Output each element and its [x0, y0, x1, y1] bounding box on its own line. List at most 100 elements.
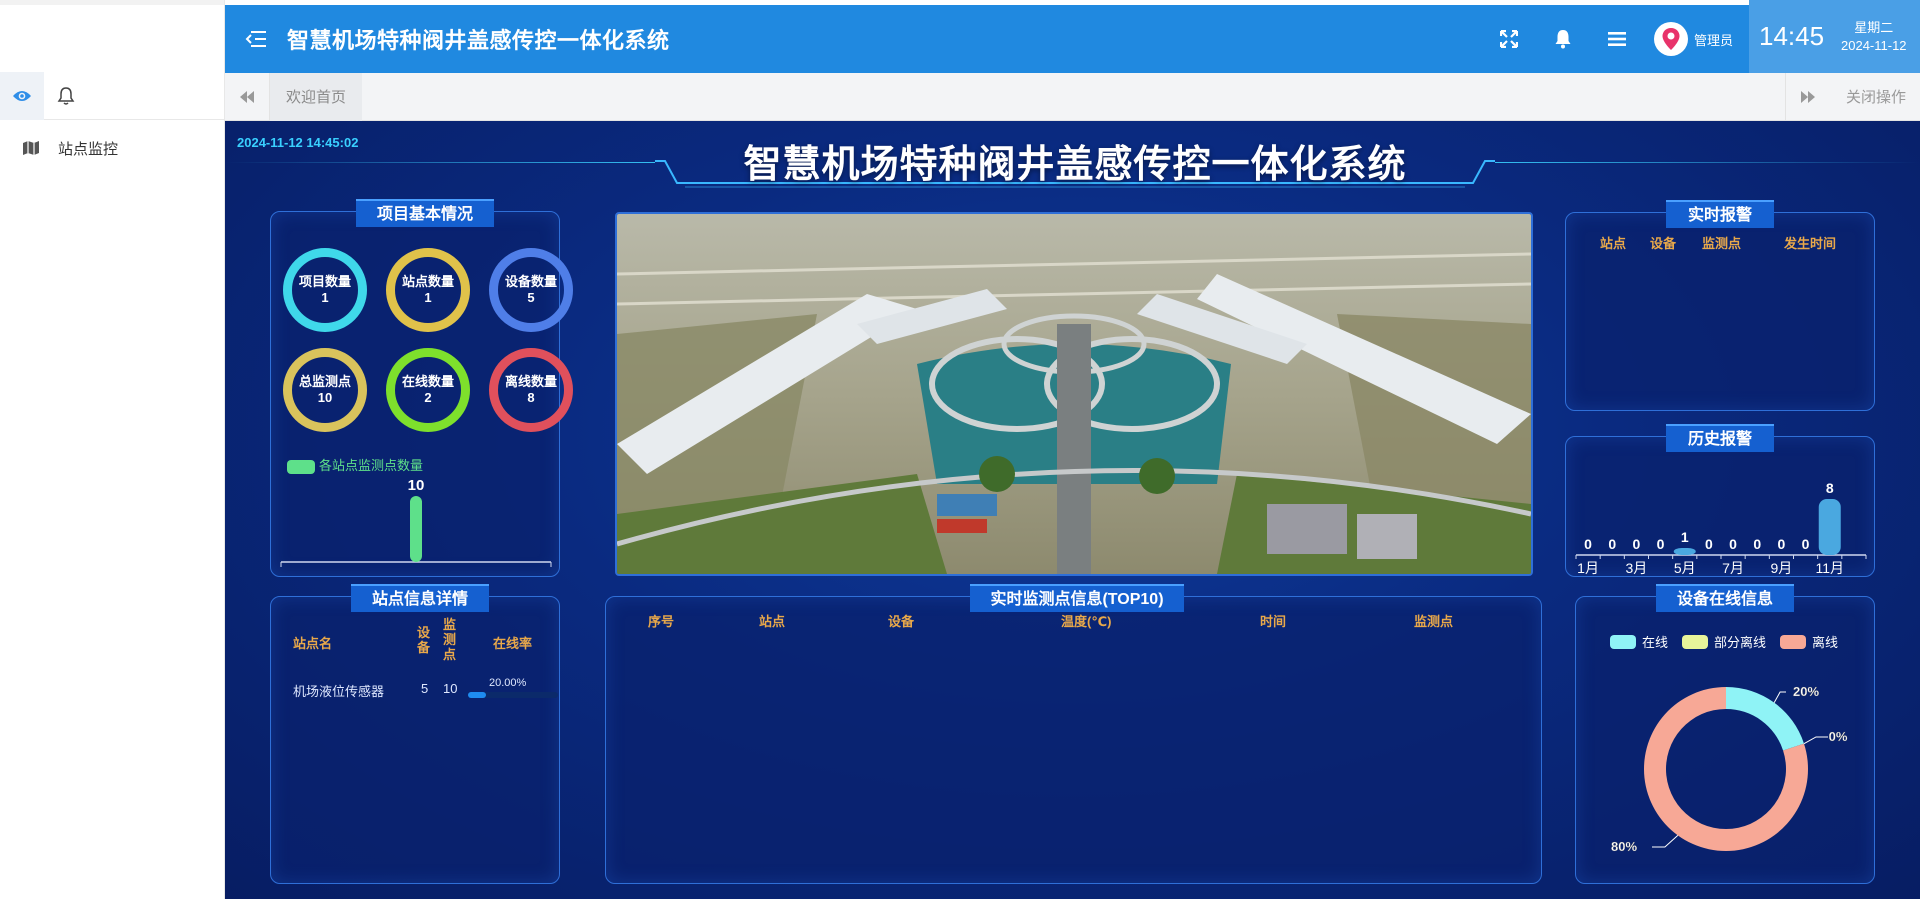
- x-tick-label: 7月: [1722, 560, 1744, 576]
- online-rate-text: 20.00%: [489, 677, 527, 689]
- eye-icon: [13, 91, 31, 101]
- bar-data-label: 0: [1705, 536, 1713, 552]
- more-menu-button[interactable]: [1590, 5, 1644, 73]
- avatar: [1653, 22, 1688, 56]
- table-row[interactable]: 机场液位传感器 5 10 20.00%: [271, 677, 561, 701]
- weekday: 星期二: [1854, 19, 1894, 35]
- bar-data-label: 0: [1753, 536, 1761, 552]
- location-pin-icon: [1662, 28, 1680, 50]
- airport-aerial-image: [615, 212, 1533, 576]
- site-points-bar-chart: 10: [280, 477, 552, 567]
- bar-data-label: 0: [1584, 536, 1592, 552]
- bar-data-label: 0: [1608, 536, 1616, 552]
- stat-ring-device-count: 设备数量 5: [489, 248, 573, 332]
- legend-swatch: [1682, 635, 1708, 649]
- fullscreen-button[interactable]: [1482, 5, 1536, 73]
- online-rate-fill: [468, 692, 486, 698]
- bar-data-label: 0: [1633, 536, 1641, 552]
- tab-welcome-home[interactable]: 欢迎首页: [270, 72, 363, 121]
- history-alarm-panel: 历史报警 0 0 0 0 1 0 0 0 0 0 8 1月 3月 5月 7月 9月 11月: [1565, 424, 1875, 577]
- legend-swatch: [1610, 635, 1636, 649]
- dashboard-screen: 2024-11-12 14:45:02 智慧机场特种阀井盖感传控一体化系统 项目…: [225, 121, 1920, 899]
- x-tick-label: 3月: [1626, 560, 1648, 576]
- bar-data-label: 0: [1778, 536, 1786, 552]
- alarm-col-site: 站点: [1600, 236, 1627, 251]
- site-col-online-rate: 在线率: [493, 636, 533, 651]
- clock-time: 14:45: [1759, 21, 1825, 51]
- points-col-temperature: 温度(℃): [1061, 614, 1112, 629]
- alarm-col-device: 设备: [1650, 236, 1677, 251]
- realtime-points-panel: 实时监测点信息(TOP10) 序号 站点 设备 温度(℃) 时间 监测点: [605, 584, 1542, 884]
- user-menu[interactable]: 管理员: [1644, 5, 1749, 73]
- site-col-points: 监测点: [443, 617, 457, 662]
- date-box: 星期二 2024-11-12: [1841, 19, 1907, 55]
- stat-label: 离线数量: [504, 374, 557, 389]
- donut-slice-label: 80%: [1611, 839, 1637, 854]
- menu-fold-icon: [245, 31, 266, 47]
- stat-value: 10: [317, 390, 333, 405]
- sidebar-tabs: [0, 72, 224, 120]
- site-col-devices: 设备: [417, 625, 431, 655]
- panel-title: 实时监测点信息(TOP10): [970, 584, 1184, 612]
- sidebar-item-label: 站点监控: [58, 140, 119, 158]
- chart-legend[interactable]: 各站点监测点数量: [287, 455, 423, 474]
- stat-ring-online-count: 在线数量 2: [386, 348, 470, 432]
- dashboard-title: 智慧机场特种阀井盖感传控一体化系统: [743, 144, 1407, 186]
- stat-ring-total-points: 总监测点 10: [283, 348, 367, 432]
- notification-button[interactable]: [1536, 5, 1590, 73]
- double-right-arrow-icon: [1800, 90, 1815, 103]
- airport-illustration: [617, 214, 1531, 574]
- x-tick-label: 1月: [1577, 560, 1599, 576]
- sidebar-item-site-monitor[interactable]: 站点监控: [0, 120, 224, 176]
- top-header: 智慧机场特种阀井盖感传控一体化系统 管理员 14:45 星期二 2024-11-…: [225, 0, 1920, 73]
- online-rate-bar: [468, 692, 558, 698]
- chart-bar: [410, 496, 422, 562]
- panel-title: 项目基本情况: [356, 199, 494, 227]
- donut-slice-label: 0%: [1829, 729, 1848, 744]
- tab-scroll-right-button[interactable]: [1784, 72, 1830, 121]
- bar-data-label: 0: [1802, 536, 1810, 552]
- sidebar-logo-area: [0, 0, 224, 72]
- stat-ring-offline-count: 离线数量 8: [489, 348, 573, 432]
- alarm-col-point: 监测点: [1702, 236, 1742, 251]
- dashboard-title-wrap: 智慧机场特种阀井盖感传控一体化系统: [655, 121, 1495, 191]
- stat-value: 2: [424, 390, 432, 405]
- stat-label: 在线数量: [401, 374, 454, 389]
- x-tick-label: 11月: [1815, 560, 1844, 576]
- project-overview-panel: 项目基本情况 项目数量 1 站点数量 1 设备数量 5 总监测点 10 在线数量…: [270, 199, 573, 577]
- bar-data-label: 0: [1729, 536, 1737, 552]
- legend-label: 在线: [1642, 635, 1668, 650]
- stat-ring-project-count: 项目数量 1: [283, 248, 367, 332]
- tab-bar: 欢迎首页 关闭操作: [225, 72, 1920, 121]
- clock-panel: 14:45 星期二 2024-11-12: [1749, 0, 1920, 73]
- double-left-arrow-icon: [240, 90, 254, 103]
- chart-bar: [1818, 499, 1841, 555]
- map-icon: [23, 141, 39, 155]
- stat-value: 5: [527, 290, 535, 305]
- close-operations-button[interactable]: 关闭操作: [1830, 86, 1920, 107]
- site-info-panel: 站点信息详情 站点名 设备 监测点 在线率 机场液位传感器 5 10 20.00…: [270, 584, 561, 884]
- site-devices-cell: 5: [421, 681, 429, 696]
- user-name: 管理员: [1693, 32, 1733, 48]
- bar-data-label: 10: [408, 477, 425, 494]
- date: 2024-11-12: [1841, 37, 1907, 53]
- panel-title: 站点信息详情: [351, 584, 489, 612]
- legend-label: 各站点监测点数量: [319, 458, 424, 473]
- sidebar-tab-bell[interactable]: [44, 72, 88, 120]
- dashboard-timestamp: 2024-11-12 14:45:02: [237, 135, 359, 150]
- stat-ring-site-count: 站点数量 1: [386, 248, 470, 332]
- tab-scroll-left-button[interactable]: [225, 72, 270, 121]
- alarm-col-time: 发生时间: [1784, 236, 1837, 251]
- device-online-donut-chart: 在线 部分离线 离线 20% 0% 80%: [1610, 635, 1848, 854]
- donut-leader-line: [1803, 736, 1828, 745]
- points-col-time: 时间: [1260, 614, 1287, 629]
- legend-label: 部分离线: [1714, 635, 1766, 650]
- stat-value: 8: [527, 390, 535, 405]
- title-line-left: [225, 162, 655, 163]
- donut-leader-line: [1773, 691, 1786, 703]
- panel-title: 实时报警: [1666, 200, 1774, 228]
- menu-toggle-button[interactable]: [225, 5, 287, 73]
- stat-label: 总监测点: [298, 374, 351, 389]
- bell-icon: [1555, 30, 1571, 49]
- sidebar-tab-eye[interactable]: [0, 72, 44, 120]
